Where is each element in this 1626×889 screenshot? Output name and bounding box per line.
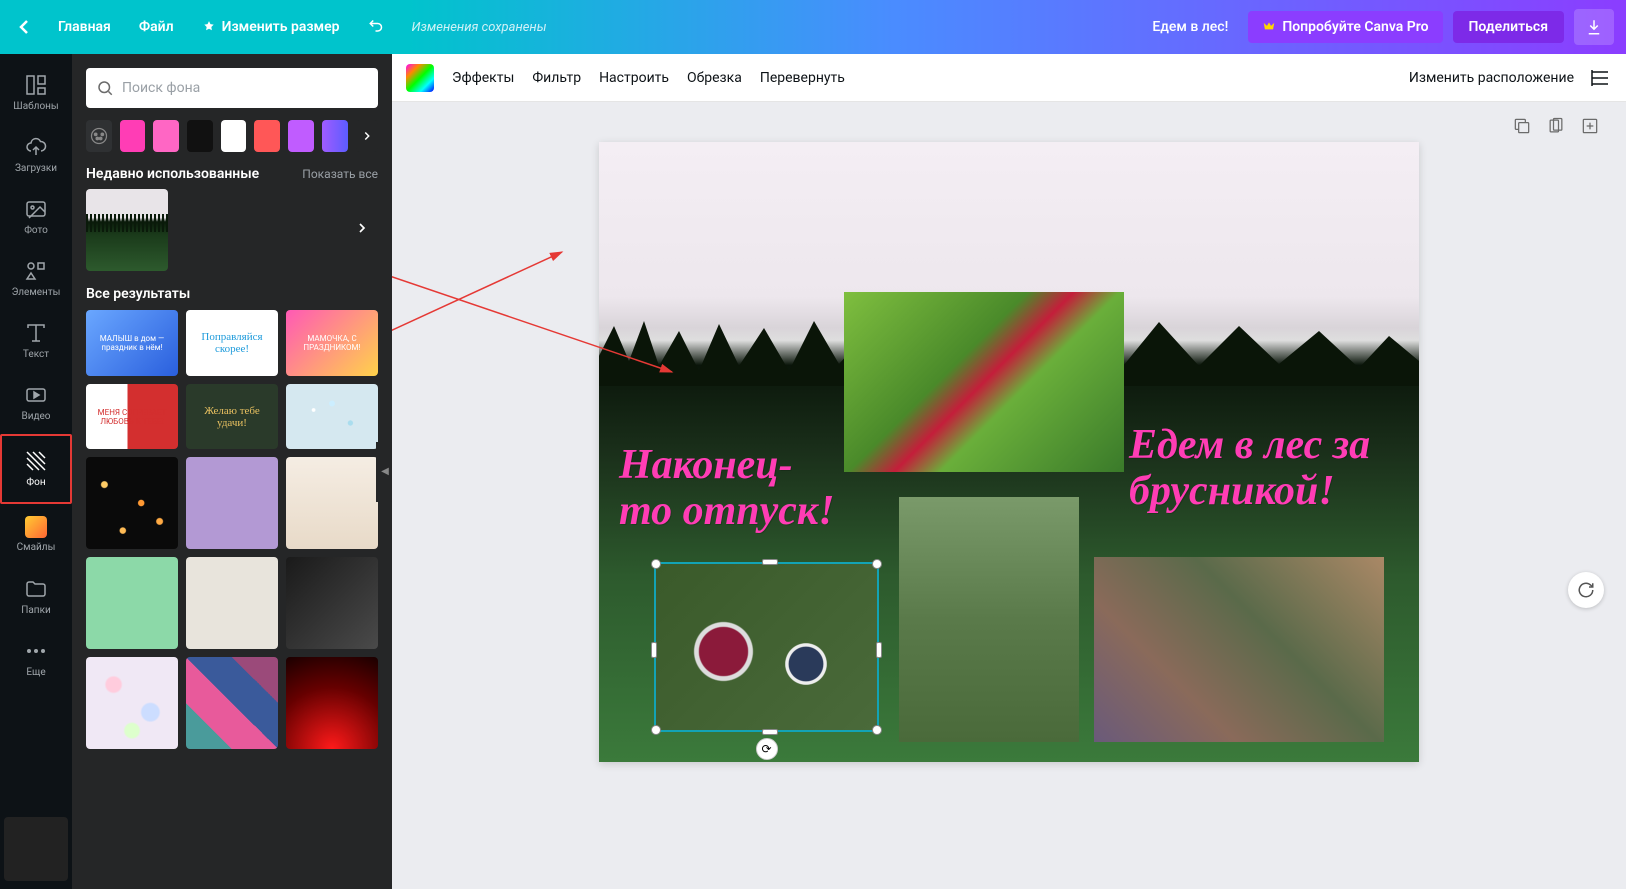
undo-icon[interactable]: [354, 16, 400, 38]
rail-elements[interactable]: Элементы: [4, 248, 68, 308]
effects-button[interactable]: Эффекты: [452, 70, 514, 86]
top-bar: Главная Файл Изменить размер Изменения с…: [0, 0, 1626, 54]
recent-label: Недавно использованные: [86, 166, 259, 182]
collage-image-bowls-selected[interactable]: ⟳: [654, 562, 879, 732]
search-box: [86, 68, 378, 108]
collage-image-bush[interactable]: [844, 292, 1124, 472]
bg-thumb-gradient-dark[interactable]: [286, 557, 378, 649]
share-button[interactable]: Поделиться: [1453, 11, 1564, 43]
resize-button[interactable]: Изменить размер: [188, 19, 354, 35]
color-next-icon[interactable]: [356, 120, 378, 152]
download-button[interactable]: [1574, 9, 1614, 45]
design-page[interactable]: ⟳ Наконец-то отпуск! Едем в лес за брусн…: [599, 142, 1419, 762]
recent-next-icon[interactable]: [346, 212, 378, 248]
crop-button[interactable]: Обрезка: [687, 70, 742, 86]
swatch-1[interactable]: [120, 120, 146, 152]
adjust-button[interactable]: Настроить: [599, 70, 669, 86]
rail-folders[interactable]: Папки: [4, 566, 68, 626]
all-results-label: Все результаты: [86, 286, 190, 302]
layers-icon[interactable]: [1588, 66, 1612, 90]
template-thumb[interactable]: Желаю тебе удачи!: [186, 384, 278, 450]
bg-thumb-purple[interactable]: [186, 457, 278, 549]
canvas-area: Эффекты Фильтр Настроить Обрезка Перевер…: [392, 54, 1626, 889]
rail-templates[interactable]: Шаблоны: [4, 62, 68, 122]
search-icon: [96, 79, 114, 97]
bg-thumb-paper[interactable]: [186, 557, 278, 649]
duplicate-page-icon[interactable]: [1512, 116, 1532, 136]
swatch-7[interactable]: [322, 120, 348, 152]
position-button[interactable]: Изменить расположение: [1409, 70, 1574, 86]
template-thumb[interactable]: МАЛЫШ в дом — праздник в нём!: [86, 310, 178, 376]
resize-handle[interactable]: [651, 642, 657, 658]
design-title-input[interactable]: Едем в лес!: [1142, 13, 1238, 41]
bg-thumb-bokeh-dark[interactable]: [86, 457, 178, 549]
collage-image-person[interactable]: [899, 497, 1079, 742]
filter-button[interactable]: Фильтр: [532, 70, 581, 86]
bg-thumb-beige[interactable]: [286, 457, 378, 549]
bg-thumb-bokeh-light[interactable]: [286, 384, 378, 450]
resize-handle[interactable]: [872, 559, 882, 569]
back-icon[interactable]: [12, 15, 36, 39]
rail-thumbnails[interactable]: [4, 817, 68, 881]
bg-thumb-mint[interactable]: [86, 557, 178, 649]
home-button[interactable]: Главная: [44, 19, 125, 35]
resize-handle[interactable]: [651, 559, 661, 569]
template-thumb[interactable]: МЕНЯ СОГРЕВАЕТ ЛЮБОВЬ К ТЕБЕ!: [86, 384, 178, 450]
side-panel: Недавно использованные Показать все Все …: [72, 54, 392, 889]
text-element-2[interactable]: Едем в лес за брусникой!: [1129, 422, 1409, 514]
swatch-3[interactable]: [187, 120, 213, 152]
resize-handle[interactable]: [876, 642, 882, 658]
resize-handle[interactable]: [762, 559, 778, 565]
bg-thumb-red-dots[interactable]: [286, 657, 378, 749]
bg-thumb-lowpoly[interactable]: [186, 657, 278, 749]
rotate-handle[interactable]: ⟳: [756, 738, 778, 760]
sync-icon[interactable]: [1568, 572, 1604, 608]
copy-page-icon[interactable]: [1546, 116, 1566, 136]
save-status: Изменения сохранены: [412, 20, 547, 35]
rail-photo[interactable]: Фото: [4, 186, 68, 246]
show-all-link[interactable]: Показать все: [302, 167, 378, 181]
recent-bg-thumb[interactable]: [86, 189, 168, 271]
template-thumb[interactable]: МАМОЧКА, С ПРАЗДНИКОМ!: [286, 310, 378, 376]
context-toolbar: Эффекты Фильтр Настроить Обрезка Перевер…: [392, 54, 1626, 102]
search-input[interactable]: [122, 80, 368, 96]
file-menu[interactable]: Файл: [125, 19, 188, 35]
rail-video[interactable]: Видео: [4, 372, 68, 432]
rail-more[interactable]: Еще: [4, 628, 68, 688]
resize-handle[interactable]: [651, 725, 661, 735]
resize-handle[interactable]: [762, 729, 778, 735]
color-row: [86, 120, 378, 152]
swatch-4[interactable]: [221, 120, 247, 152]
rail-uploads[interactable]: Загрузки: [4, 124, 68, 184]
try-pro-button[interactable]: Попробуйте Canva Pro: [1248, 11, 1442, 43]
image-color-button[interactable]: [406, 64, 434, 92]
resize-handle[interactable]: [872, 725, 882, 735]
swatch-6[interactable]: [288, 120, 314, 152]
text-element-1[interactable]: Наконец-то отпуск!: [619, 442, 839, 534]
rail-emoji[interactable]: Смайлы: [4, 504, 68, 564]
color-wheel-button[interactable]: [86, 120, 112, 152]
template-thumb[interactable]: Поправляйся скорее!: [186, 310, 278, 376]
bg-thumb-bokeh-pastel[interactable]: [86, 657, 178, 749]
swatch-5[interactable]: [254, 120, 280, 152]
tool-rail: Шаблоны Загрузки Фото Элементы Текст Вид…: [0, 54, 72, 889]
rail-text[interactable]: Текст: [4, 310, 68, 370]
rail-background[interactable]: Фон: [4, 438, 68, 498]
swatch-2[interactable]: [153, 120, 179, 152]
collage-image-moss[interactable]: [1094, 557, 1384, 742]
flip-button[interactable]: Перевернуть: [760, 70, 845, 86]
add-page-icon[interactable]: [1580, 116, 1600, 136]
